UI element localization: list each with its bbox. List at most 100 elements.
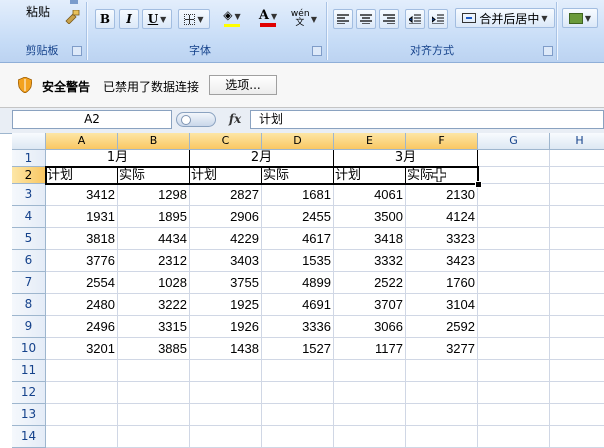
cell[interactable]	[46, 426, 118, 448]
cell[interactable]	[478, 382, 550, 404]
data-cell[interactable]: 3201	[46, 338, 118, 360]
data-cell[interactable]: 2554	[46, 272, 118, 294]
data-cell[interactable]: 3104	[406, 294, 478, 316]
row-header-4[interactable]: 4	[12, 206, 46, 228]
row-header-5[interactable]: 5	[12, 228, 46, 250]
select-all-corner[interactable]	[12, 133, 46, 150]
data-cell[interactable]: 1931	[46, 206, 118, 228]
cell[interactable]	[550, 184, 604, 206]
row-header-14[interactable]: 14	[12, 426, 46, 448]
clipboard-launcher-icon[interactable]	[72, 46, 82, 56]
column-header-a[interactable]: A	[46, 133, 118, 150]
data-cell[interactable]: 3336	[262, 316, 334, 338]
row-header-13[interactable]: 13	[12, 404, 46, 426]
align-left-button[interactable]	[333, 9, 353, 29]
cell[interactable]	[478, 316, 550, 338]
subheader-cell[interactable]: 计划	[190, 167, 262, 184]
decrease-indent-button[interactable]	[405, 9, 425, 29]
row-header-3[interactable]: 3	[12, 184, 46, 206]
data-cell[interactable]: 3403	[190, 250, 262, 272]
cell[interactable]	[478, 250, 550, 272]
cell[interactable]	[262, 426, 334, 448]
data-cell[interactable]: 4899	[262, 272, 334, 294]
cell[interactable]	[550, 294, 604, 316]
cell[interactable]	[118, 404, 190, 426]
data-cell[interactable]: 1438	[190, 338, 262, 360]
row-header-12[interactable]: 12	[12, 382, 46, 404]
data-cell[interactable]: 1535	[262, 250, 334, 272]
formula-input[interactable]: 计划	[250, 110, 604, 129]
data-cell[interactable]: 2906	[190, 206, 262, 228]
formula-bar-toggle-icon[interactable]	[176, 112, 216, 127]
data-cell[interactable]: 3776	[46, 250, 118, 272]
data-cell[interactable]: 4691	[262, 294, 334, 316]
row-header-2[interactable]: 2	[12, 167, 46, 184]
cell[interactable]	[334, 404, 406, 426]
data-cell[interactable]: 3418	[334, 228, 406, 250]
increase-indent-button[interactable]	[428, 9, 448, 29]
alignment-launcher-icon[interactable]	[543, 46, 553, 56]
row-header-7[interactable]: 7	[12, 272, 46, 294]
cell[interactable]	[334, 360, 406, 382]
align-right-button[interactable]	[379, 9, 399, 29]
data-cell[interactable]: 2130	[406, 184, 478, 206]
cell[interactable]	[46, 404, 118, 426]
month-header-2[interactable]: 2月	[190, 150, 334, 167]
italic-button[interactable]: I	[119, 9, 139, 29]
data-cell[interactable]: 1298	[118, 184, 190, 206]
subheader-cell[interactable]: 实际	[262, 167, 334, 184]
cell[interactable]	[478, 426, 550, 448]
insert-function-icon[interactable]: fx	[226, 110, 244, 129]
fill-handle[interactable]	[475, 181, 482, 188]
cell[interactable]	[478, 404, 550, 426]
row-header-6[interactable]: 6	[12, 250, 46, 272]
cell[interactable]	[190, 382, 262, 404]
cell[interactable]	[550, 150, 604, 167]
cell[interactable]	[334, 426, 406, 448]
data-cell[interactable]: 4617	[262, 228, 334, 250]
cell[interactable]	[118, 360, 190, 382]
data-cell[interactable]: 3315	[118, 316, 190, 338]
data-cell[interactable]: 4434	[118, 228, 190, 250]
cell[interactable]	[406, 360, 478, 382]
data-cell[interactable]: 2312	[118, 250, 190, 272]
subheader-cell[interactable]: 计划	[334, 167, 406, 184]
paste-button[interactable]: 粘贴	[14, 0, 60, 24]
cell[interactable]	[550, 228, 604, 250]
borders-button[interactable]: ▼	[178, 9, 210, 29]
cell[interactable]	[262, 360, 334, 382]
cell[interactable]	[262, 382, 334, 404]
cell[interactable]	[406, 426, 478, 448]
data-cell[interactable]: 4124	[406, 206, 478, 228]
cell[interactable]	[550, 167, 604, 184]
subheader-cell[interactable]: 实际	[118, 167, 190, 184]
number-format-button[interactable]: ▼	[562, 8, 598, 28]
cell[interactable]	[334, 382, 406, 404]
cell[interactable]	[478, 184, 550, 206]
cell[interactable]	[190, 404, 262, 426]
cell[interactable]	[550, 250, 604, 272]
cell[interactable]	[478, 150, 550, 167]
cell[interactable]	[550, 404, 604, 426]
cell[interactable]	[118, 426, 190, 448]
data-cell[interactable]: 3412	[46, 184, 118, 206]
data-cell[interactable]: 1177	[334, 338, 406, 360]
data-cell[interactable]: 4229	[190, 228, 262, 250]
phonetic-button[interactable]: wén 文 ▼	[286, 7, 322, 31]
data-cell[interactable]: 3332	[334, 250, 406, 272]
cell[interactable]	[46, 382, 118, 404]
cell[interactable]	[478, 272, 550, 294]
data-cell[interactable]: 2592	[406, 316, 478, 338]
column-header-d[interactable]: D	[262, 133, 334, 150]
cell[interactable]	[550, 316, 604, 338]
cell[interactable]	[190, 360, 262, 382]
subheader-cell[interactable]: 计划	[46, 167, 118, 184]
data-cell[interactable]: 3500	[334, 206, 406, 228]
column-header-f[interactable]: F	[406, 133, 478, 150]
data-cell[interactable]: 3707	[334, 294, 406, 316]
font-color-button[interactable]: A ▼	[252, 8, 284, 28]
data-cell[interactable]: 4061	[334, 184, 406, 206]
data-cell[interactable]: 3818	[46, 228, 118, 250]
data-cell[interactable]: 3885	[118, 338, 190, 360]
bold-button[interactable]: B	[95, 9, 115, 29]
